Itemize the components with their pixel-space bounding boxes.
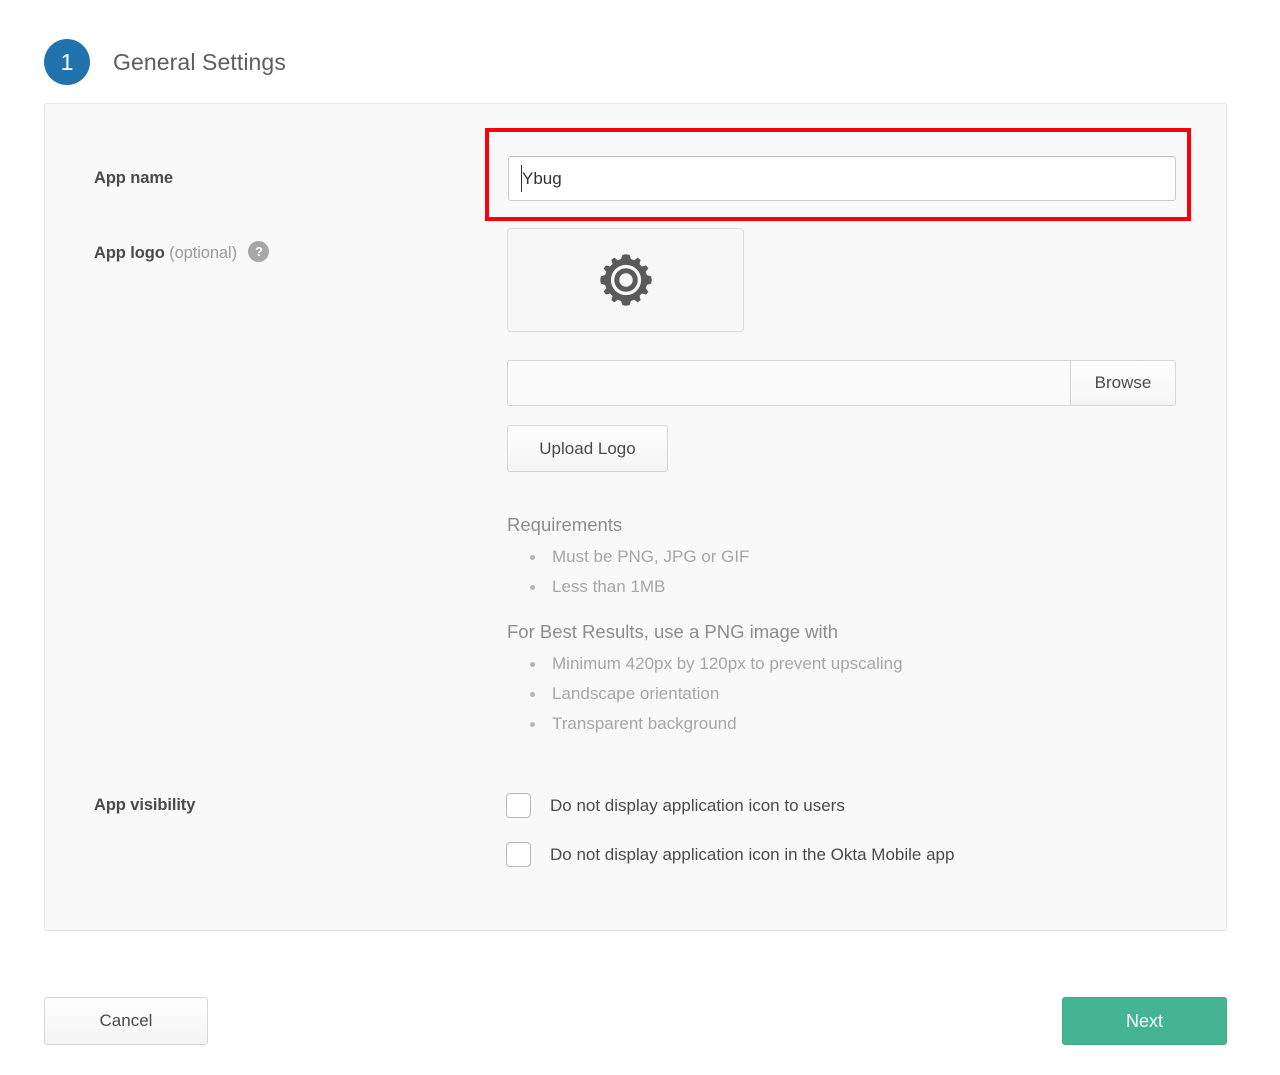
- requirements-title: Requirements: [507, 514, 623, 535]
- app-visibility-label: App visibility: [94, 796, 196, 814]
- browse-button[interactable]: Browse: [1070, 360, 1176, 406]
- next-button[interactable]: Next: [1062, 997, 1227, 1045]
- step-header: 1 General Settings: [44, 38, 286, 86]
- best-results-list: Minimum 420px by 120px to prevent upscal…: [507, 649, 903, 739]
- best-results-block: For Best Results, use a PNG image with M…: [507, 621, 903, 739]
- app-name-input[interactable]: [508, 156, 1176, 201]
- requirements-block: Requirements Must be PNG, JPG or GIF Les…: [507, 514, 749, 602]
- step-number-badge: 1: [44, 39, 90, 85]
- app-name-label: App name: [94, 169, 173, 187]
- checkbox-hide-icon-users[interactable]: [506, 793, 531, 818]
- best-results-title: For Best Results, use a PNG image with: [507, 621, 839, 642]
- page-title: General Settings: [113, 48, 286, 75]
- cancel-button[interactable]: Cancel: [44, 997, 208, 1045]
- upload-logo-button[interactable]: Upload Logo: [507, 425, 668, 472]
- text-cursor: [521, 165, 522, 192]
- list-item: Landscape orientation: [507, 679, 903, 709]
- checkbox-label[interactable]: Do not display application icon to users: [550, 796, 845, 816]
- question-mark-icon[interactable]: ?: [248, 241, 270, 262]
- requirements-list: Must be PNG, JPG or GIF Less than 1MB: [507, 542, 749, 602]
- app-logo-label: App logo (optional) ?: [94, 241, 270, 264]
- list-item: Transparent background: [507, 709, 903, 739]
- list-item: Must be PNG, JPG or GIF: [507, 542, 749, 572]
- logo-file-row: Browse: [507, 360, 1176, 406]
- checkbox-row-hide-icon-mobile[interactable]: Do not display application icon in the O…: [506, 842, 954, 867]
- checkbox-row-hide-icon-users[interactable]: Do not display application icon to users: [506, 793, 845, 818]
- gear-icon: [599, 254, 652, 306]
- checkbox-hide-icon-mobile[interactable]: [506, 842, 531, 867]
- app-logo-label-text: App logo: [94, 243, 165, 262]
- list-item: Minimum 420px by 120px to prevent upscal…: [507, 649, 903, 679]
- checkbox-label[interactable]: Do not display application icon in the O…: [550, 845, 954, 865]
- app-logo-preview: [507, 228, 744, 332]
- logo-file-path-input[interactable]: [507, 360, 1070, 406]
- app-logo-optional-text: (optional): [169, 243, 237, 262]
- list-item: Less than 1MB: [507, 572, 749, 602]
